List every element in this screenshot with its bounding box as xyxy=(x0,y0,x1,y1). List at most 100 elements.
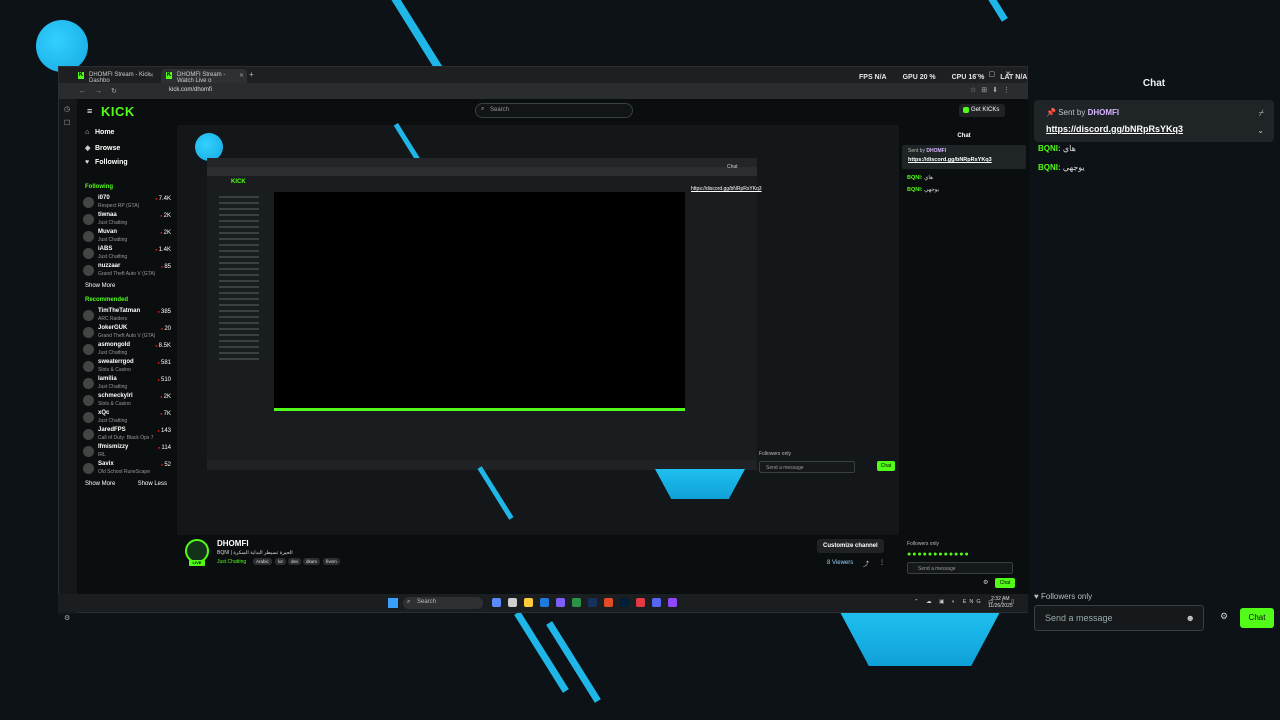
screen: K DHOMFI Stream - Kick Dashbo ✕ K DHOMFI St… xyxy=(0,0,1280,720)
pinned-sender: Sent by DHOMFI xyxy=(908,148,946,154)
kick-sidebar: ⌂ Home ◈ Browse ♥ Following Following i070 R… xyxy=(77,125,177,595)
nav-home[interactable]: ⌂ Home xyxy=(85,129,114,136)
kick-logo[interactable]: KICK xyxy=(101,104,135,119)
toolbar-icons[interactable]: ☆⊞⬇⋮ xyxy=(970,86,1015,94)
taskbar-app-icon[interactable] xyxy=(508,598,517,607)
message-input[interactable]: Send a message ☻ xyxy=(1034,605,1204,631)
chat-send-button[interactable]: Chat xyxy=(1240,608,1274,628)
followers-only-text: Followers only xyxy=(1040,592,1093,601)
taskbar-app-icon[interactable] xyxy=(604,598,613,607)
new-tab-button[interactable]: + xyxy=(249,70,254,79)
search-input[interactable]: ⌕ Search xyxy=(475,103,633,118)
sender-name: DHOMFI xyxy=(1087,108,1120,117)
channel-name: Muvan xyxy=(98,229,118,235)
taskbar-app-icon[interactable] xyxy=(620,598,629,607)
gear-icon[interactable]: ⚙ xyxy=(1220,611,1228,622)
taskbar-app-icon[interactable] xyxy=(668,598,677,607)
bookmark-icon[interactable]: ☐ xyxy=(64,119,70,127)
tab-dashboard[interactable]: K DHOMFI Stream - Kick Dashbo ✕ xyxy=(73,69,157,84)
sidebar-channel[interactable]: JokerGUK Grand Theft Auto V (GTA) 20 xyxy=(83,325,171,341)
tab-watch-live[interactable]: K DHOMFI Stream - Watch Live o ✕ xyxy=(161,69,247,84)
channel-category: Just Chatting xyxy=(98,384,128,390)
chat-send-button[interactable]: Chat xyxy=(995,578,1015,588)
channel-name: sweaterrgod xyxy=(98,359,134,365)
tab-bar: K DHOMFI Stream - Kick Dashbo ✕ K DHOMFI St… xyxy=(59,67,1027,84)
nav-following[interactable]: ♥ Following xyxy=(85,159,128,166)
taskbar-app-icon[interactable] xyxy=(636,598,645,607)
sidebar-channel[interactable]: asmongold Just Chatting 8.5K xyxy=(83,342,171,358)
streamer-name[interactable]: DHOMFI xyxy=(217,539,249,548)
sidebar-channel[interactable]: Savix Old School RuneScape 52 xyxy=(83,461,171,477)
avatar xyxy=(83,310,94,321)
more-icon[interactable]: ⋮ xyxy=(879,559,885,566)
decor-stripe xyxy=(987,0,1008,22)
avatar xyxy=(83,214,94,225)
taskbar-app-icon[interactable] xyxy=(652,598,661,607)
chat-username[interactable]: BQNI: xyxy=(1038,144,1061,153)
show-less-link[interactable]: Show Less xyxy=(138,481,167,487)
close-icon[interactable]: ✕ xyxy=(149,72,154,79)
customize-channel-button[interactable]: Customize channel xyxy=(817,539,884,553)
tag-pill[interactable]: Arabic xyxy=(253,558,272,565)
taskbar-app-icon[interactable] xyxy=(540,598,549,607)
gear-icon[interactable]: ⚙ xyxy=(983,579,988,586)
tag-pill[interactable]: dev xyxy=(288,558,302,565)
viewer-count: 85 xyxy=(161,264,171,270)
taskbar-app-icon[interactable] xyxy=(572,598,581,607)
close-icon[interactable]: ✕ xyxy=(239,72,244,79)
nested-chat: Chat https://discord.gg/bNRpRsYKq3 xyxy=(687,164,762,464)
taskbar-app-icon[interactable] xyxy=(492,598,501,607)
pinned-link[interactable]: https://discord.gg/bNRpRsYKq3 xyxy=(1046,124,1183,134)
history-icon[interactable]: ◷ xyxy=(64,105,70,113)
taskbar-app-icon[interactable] xyxy=(524,598,533,607)
unpin-icon[interactable]: ⌿ xyxy=(1259,108,1264,119)
chevron-down-icon[interactable]: ⌄ xyxy=(1257,126,1264,135)
taskbar-search[interactable]: ⌕ Search xyxy=(403,597,483,609)
chat-username[interactable]: BQNI: xyxy=(907,175,923,181)
taskbar-app-icon[interactable] xyxy=(588,598,597,607)
tag-pill[interactable]: lor xyxy=(275,558,287,565)
window-controls[interactable]: –▢✕ xyxy=(975,70,1021,78)
url-field[interactable]: kick.com/dhomfi xyxy=(169,87,212,93)
show-more-link[interactable]: Show More xyxy=(85,283,115,289)
emote-bar[interactable]: ●●●●●●●●●●●● xyxy=(907,551,970,558)
avatar xyxy=(83,197,94,208)
sidebar-channel[interactable]: xQc Just Chatting 7K xyxy=(83,410,171,426)
sidebar-channel[interactable]: schmeckylrl Slots & Casino 2K xyxy=(83,393,171,409)
sidebar-channel[interactable]: TimTheTatman ARC Raiders 385 xyxy=(83,308,171,324)
share-icon[interactable]: ⤴ xyxy=(863,559,869,568)
sidebar-channel[interactable]: iABS Just Chatting 1.4K xyxy=(83,246,171,262)
sidebar-channel[interactable]: sweaterrgod Slots & Casino 581 xyxy=(83,359,171,375)
stream-category[interactable]: Just Chatting xyxy=(217,559,246,565)
chat-username[interactable]: BQNI: xyxy=(1038,163,1061,172)
avatar xyxy=(83,429,94,440)
taskbar-clock[interactable]: 2:32 AM 11/26/2025 xyxy=(988,596,1013,610)
avatar xyxy=(83,395,94,406)
show-more-link[interactable]: Show More xyxy=(85,481,115,487)
sidebar-channel[interactable]: lamilia Just Chatting 510 xyxy=(83,376,171,392)
tag-pill[interactable]: fivem xyxy=(323,558,340,565)
decor-stripe xyxy=(390,0,446,76)
sidebar-channel[interactable]: nuzzaar Grand Theft Auto V (GTA) 85 xyxy=(83,263,171,279)
sidebar-channel[interactable]: JaredFPS Call of Duty: Black Ops 7143 xyxy=(83,427,171,443)
windows-start-icon[interactable] xyxy=(388,598,398,608)
language-indicator[interactable]: ENG xyxy=(963,599,984,605)
message-input[interactable]: Send a message xyxy=(907,562,1013,574)
sidebar-channel[interactable]: Muvan Just Chatting 2K xyxy=(83,229,171,245)
tag-pill[interactable]: dkam xyxy=(303,558,321,565)
nav-buttons[interactable]: ←→↻ xyxy=(79,87,126,95)
pinned-link[interactable]: https://discord.gg/bNRpRsYKq3 xyxy=(908,157,992,163)
channel-name: lamilia xyxy=(98,376,117,382)
menu-icon[interactable]: ≡ xyxy=(87,106,92,116)
video-player[interactable]: KICK Chat https://discord.gg/bNRpRsYKq3 … xyxy=(177,123,899,595)
nav-browse[interactable]: ◈ Browse xyxy=(85,144,120,152)
sidebar-channel[interactable]: Ifmismizzy IRL 114 xyxy=(83,444,171,460)
emoji-icon[interactable]: ☻ xyxy=(1186,613,1195,623)
taskbar-app-icon[interactable] xyxy=(556,598,565,607)
clock-date: 11/26/2025 xyxy=(988,603,1013,609)
get-kicks-button[interactable]: Get KICKs xyxy=(959,104,1006,117)
chat-username[interactable]: BQNI: xyxy=(907,187,923,193)
sidebar-channel[interactable]: tiwnaa Just Chatting 2K xyxy=(83,212,171,228)
sidebar-channel[interactable]: i070 Respect RP (GTA) 7.4K xyxy=(83,195,171,211)
gear-icon[interactable]: ⚙ xyxy=(64,614,70,622)
